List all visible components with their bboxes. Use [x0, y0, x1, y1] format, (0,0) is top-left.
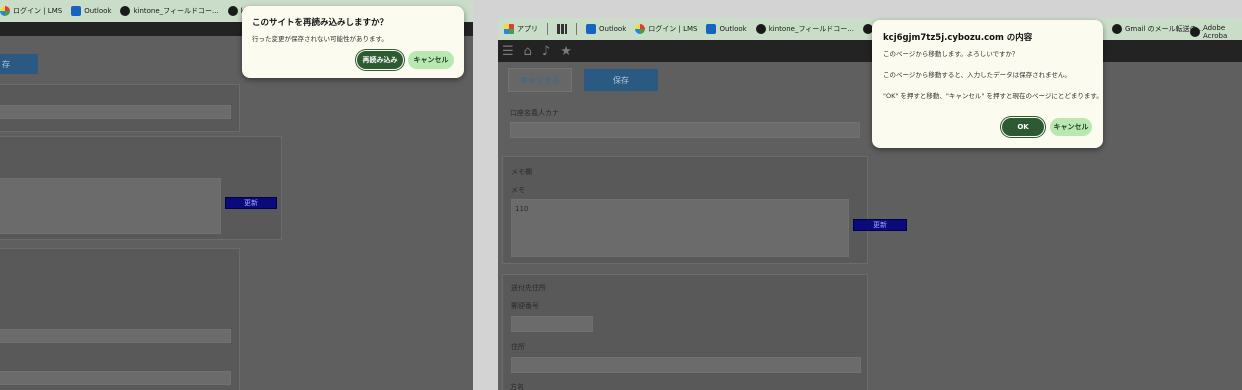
github-icon [227, 6, 238, 16]
bookmark-kintone-field[interactable]: kintone_フィールドコー... [755, 24, 854, 34]
bookmark-outlook[interactable]: Outlook [71, 6, 111, 16]
dialog-line-3: "OK" を押すと移動、"キャンセル" を押すと現在のページにとどまります。 [883, 92, 1103, 100]
bookmark-adobe[interactable]: Adobe Acroba [1190, 24, 1242, 40]
bookmark-grid[interactable] [557, 24, 567, 34]
shipping-address-section: 送付先住所 郵便番号 住所 [502, 274, 868, 390]
right-browser-window: アプリ Outlook ログイン | LMS Outlook kintone_フ… [498, 0, 1242, 390]
page-content-overlay: キャンセル 保存 口座名義人カナ メモ欄 メモ 110 更新 送付先住所 郵便番… [498, 62, 1242, 390]
dialog-line-1: このページから移動します。よろしいですか？ [883, 50, 1019, 58]
bookmark-kintone-field[interactable]: kintone_フィールドコー... [120, 6, 219, 16]
memo-textarea[interactable]: 110 [511, 199, 849, 257]
cancel-button[interactable]: キャンセル [1050, 118, 1092, 136]
kana-label: 口座名義人カナ [510, 109, 559, 117]
save-button[interactable]: 存 [0, 54, 38, 74]
star-icon[interactable]: ★ [560, 45, 572, 58]
bookmark-lms[interactable]: ログイン | LMS [635, 24, 697, 34]
github-icon [1112, 24, 1122, 34]
postal-code-field[interactable] [511, 316, 593, 332]
bookmark-separator [547, 23, 548, 35]
memo-textarea[interactable] [0, 178, 221, 234]
ok-button[interactable]: OK [1002, 118, 1044, 136]
home-icon[interactable]: ⌂ [524, 45, 532, 58]
shipping-section-label: 送付先住所 [511, 284, 546, 292]
save-button[interactable]: 保存 [584, 69, 658, 91]
bookmark-lms[interactable]: ログイン | LMS [0, 6, 62, 16]
memo-section: 更新 [0, 136, 282, 240]
bell-icon[interactable]: ♪ [542, 45, 550, 58]
address-section [0, 248, 240, 390]
leave-page-dialog: kcj6gjm7tz5j.cybozu.com の内容 このページから移動します… [872, 20, 1103, 148]
bookmark-outlook-2[interactable]: Outlook [706, 24, 747, 34]
github-icon [120, 6, 131, 16]
memo-value: 110 [515, 205, 529, 213]
left-browser-window: ログイン | LMS Outlook kintone_フィールドコー... ki… [0, 0, 473, 390]
memo-section: メモ欄 メモ 110 更新 [502, 156, 907, 264]
postal-code-label: 郵便番号 [511, 302, 539, 310]
cancel-button[interactable]: キャンセル [508, 68, 572, 92]
page-content-overlay: 存 更新 [0, 36, 473, 390]
github-icon [755, 24, 766, 34]
bookmark-apps[interactable]: アプリ [504, 24, 538, 34]
update-button[interactable]: 更新 [853, 219, 907, 231]
dialog-line-2: このページから移動すると、入力したデータは保存されません。 [883, 71, 1071, 79]
memo-section-label: メモ欄 [511, 168, 532, 176]
grid-icon [557, 24, 567, 34]
reload-confirm-dialog: このサイトを再読み込みしますか？ 行った変更が保存されない可能性があります。 再… [242, 6, 464, 78]
address-label: 住所 [511, 343, 525, 351]
update-button[interactable]: 更新 [225, 197, 277, 209]
form-section [0, 84, 240, 132]
outlook-icon [706, 24, 717, 34]
memo-label: メモ [511, 186, 525, 194]
address-field[interactable] [0, 329, 231, 343]
window-gap [473, 0, 498, 390]
lms-icon [0, 6, 10, 16]
name-field[interactable] [0, 371, 231, 385]
menu-icon[interactable]: ☰ [502, 45, 514, 58]
reload-button[interactable]: 再読み込み [357, 51, 403, 69]
outlook-icon [586, 24, 596, 34]
text-field[interactable] [0, 105, 231, 119]
dialog-title: このサイトを再読み込みしますか？ [252, 18, 389, 28]
name-label: 方名 [510, 383, 524, 390]
github-icon [1190, 27, 1200, 37]
address-field[interactable] [511, 357, 861, 373]
bookmark-outlook[interactable]: Outlook [586, 24, 626, 34]
dialog-title: kcj6gjm7tz5j.cybozu.com の内容 [883, 33, 1033, 43]
bookmark-separator [576, 23, 577, 35]
cancel-button[interactable]: キャンセル [408, 51, 454, 69]
dialog-message: 行った変更が保存されない可能性があります。 [252, 35, 388, 43]
apps-icon [504, 24, 514, 34]
app-header-bar: ☰ ⌂ ♪ ★ [498, 40, 1242, 62]
lms-icon [635, 24, 646, 34]
kana-field[interactable] [510, 122, 860, 138]
outlook-icon [71, 6, 82, 16]
